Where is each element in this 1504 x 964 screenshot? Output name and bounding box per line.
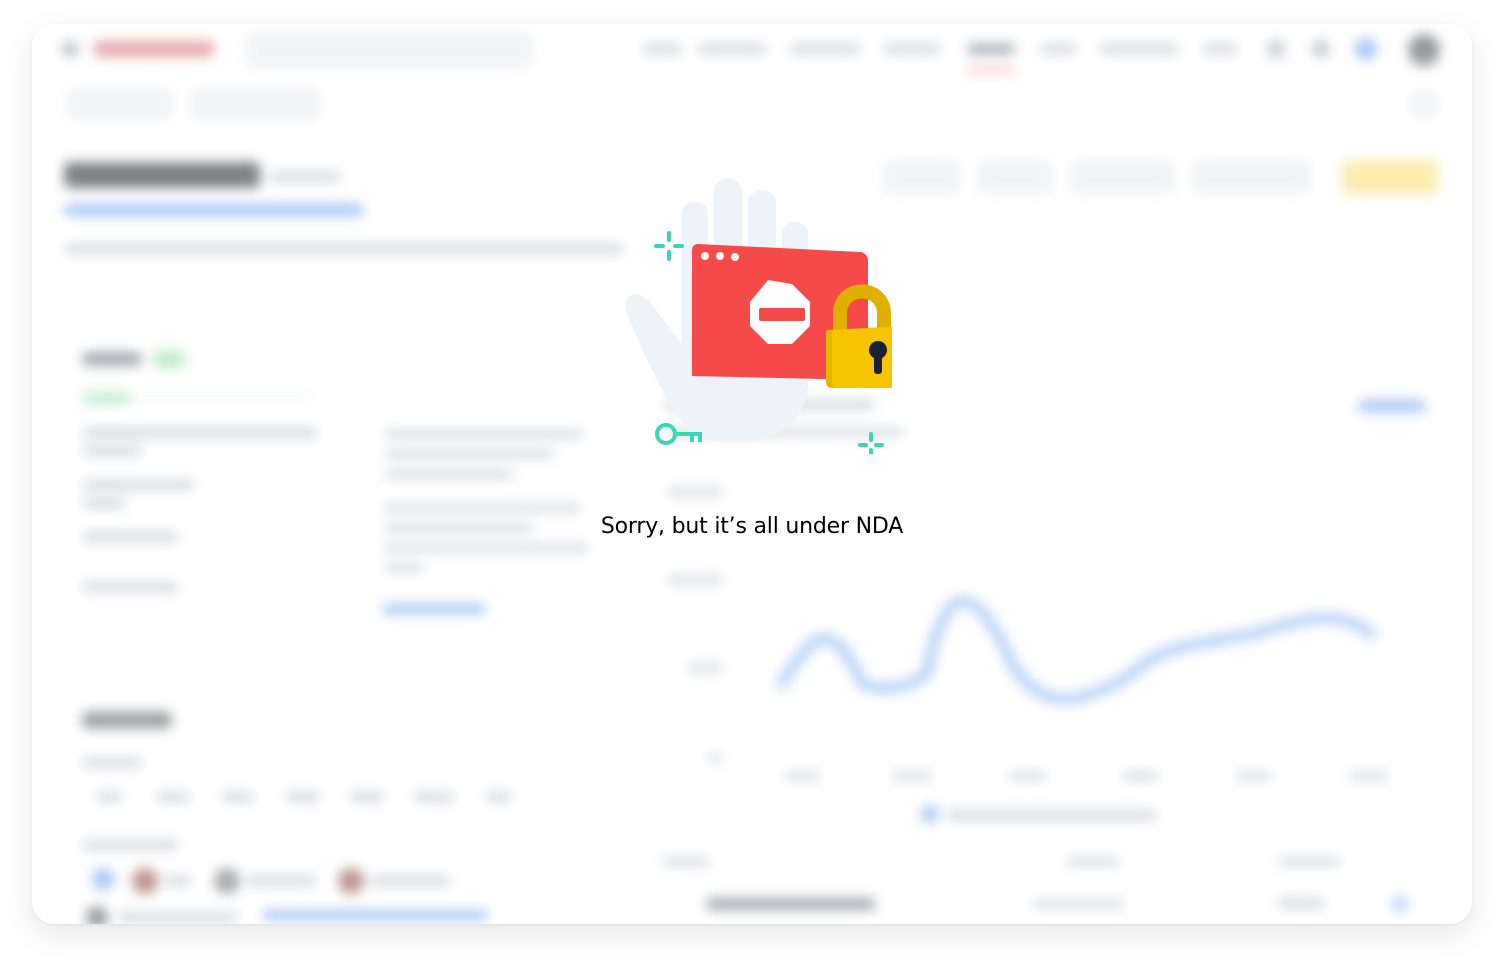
nda-overlay: Sorry, but it’s all under NDA bbox=[32, 24, 1472, 924]
nda-illustration bbox=[625, 178, 892, 454]
screen: Sorry, but it’s all under NDA bbox=[0, 0, 1504, 964]
keyhole-slot bbox=[874, 352, 882, 374]
sparkle-icon bbox=[654, 231, 684, 261]
key-ring bbox=[655, 423, 677, 445]
app-window: Sorry, but it’s all under NDA bbox=[32, 24, 1472, 924]
window-dot bbox=[731, 253, 739, 261]
sparkle-icon bbox=[858, 432, 884, 454]
window-dot bbox=[701, 252, 709, 260]
key-shaft bbox=[675, 432, 702, 442]
nda-message: Sorry, but it’s all under NDA bbox=[600, 514, 904, 539]
stop-sign-bar bbox=[759, 308, 805, 321]
window-dot bbox=[716, 252, 724, 260]
